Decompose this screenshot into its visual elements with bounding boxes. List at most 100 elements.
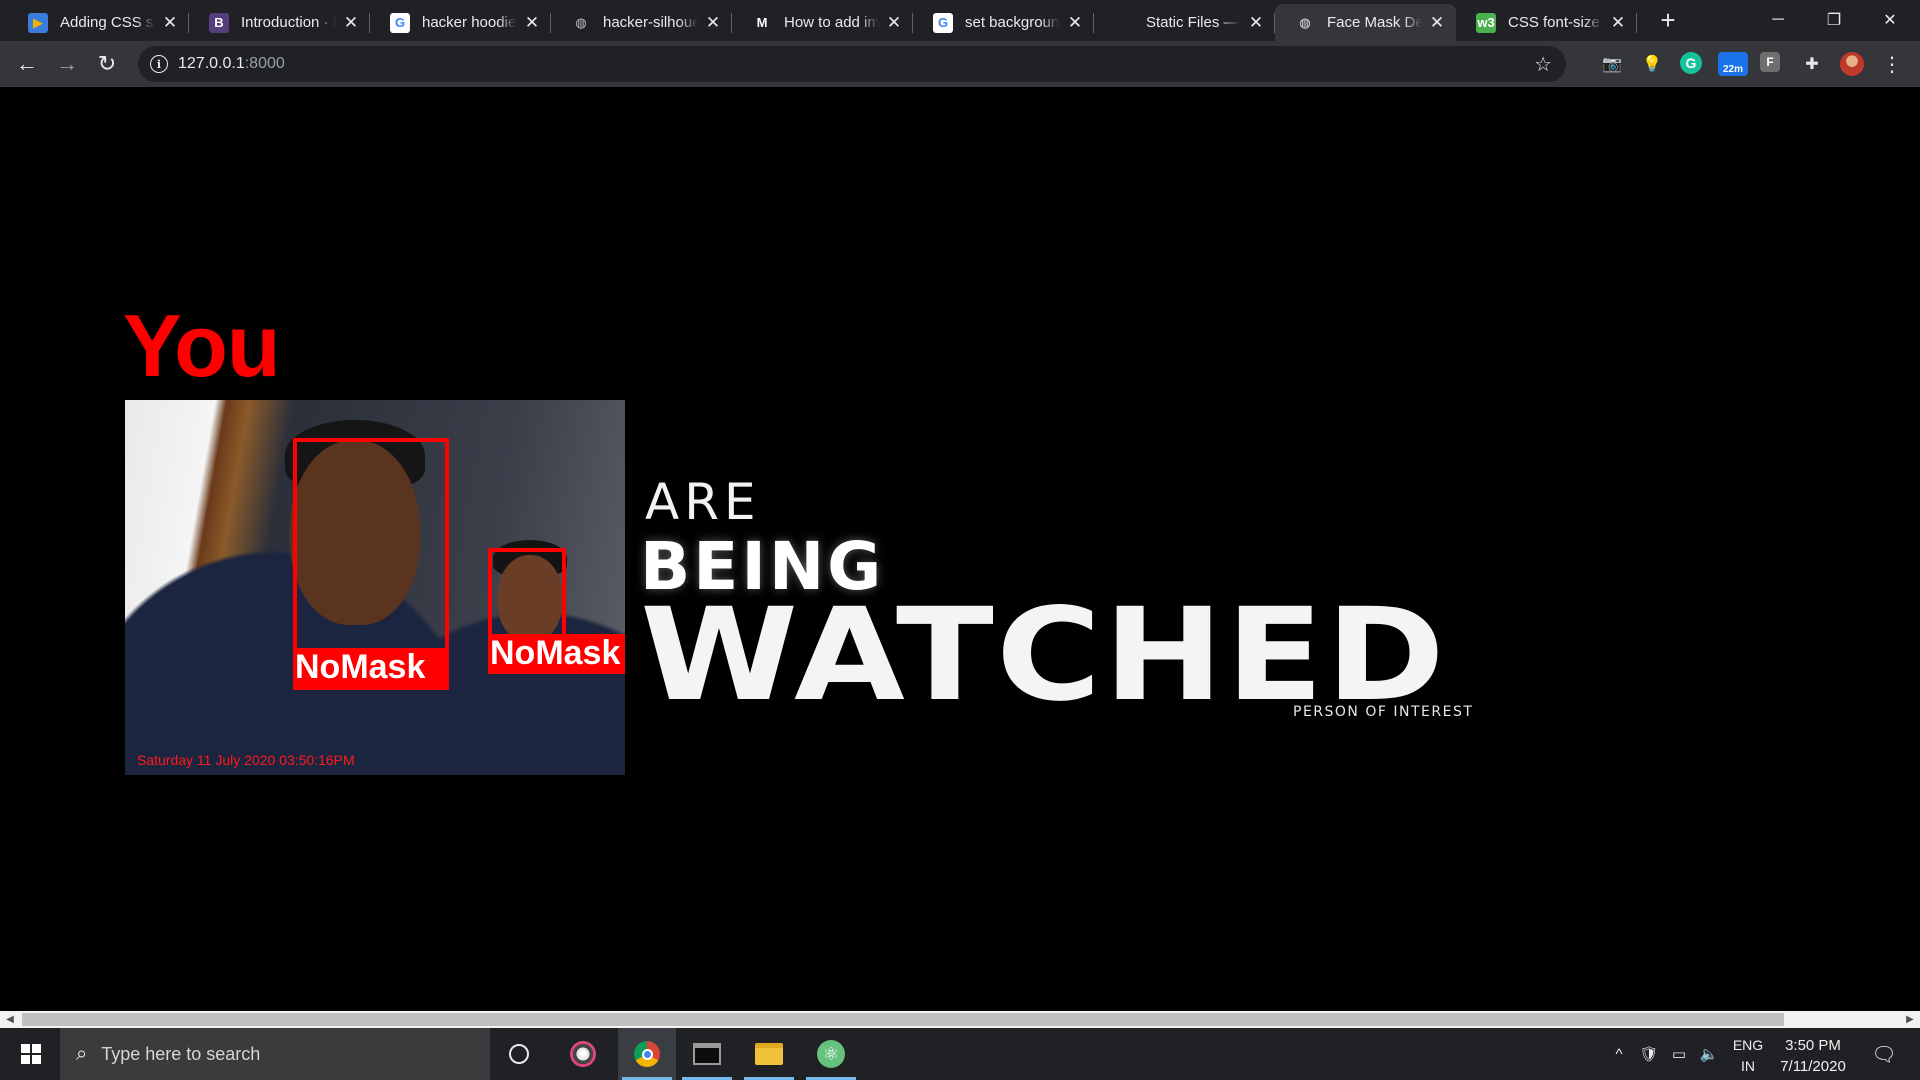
medium-icon: M bbox=[756, 15, 768, 30]
webcam-feed: NoMask NoMask Saturday 11 July 2020 03:5… bbox=[125, 400, 625, 775]
tab-close-icon[interactable]: ✕ bbox=[1428, 13, 1446, 32]
google-icon: G bbox=[933, 12, 953, 33]
back-arrow-icon: ← bbox=[16, 51, 38, 76]
fn-extension-icon[interactable]: F bbox=[1760, 52, 1780, 72]
browser-tab[interactable]: M How to add images ✕ bbox=[732, 4, 913, 41]
browser-tab[interactable]: ◍ Face Mask Detection ✕ bbox=[1275, 4, 1456, 41]
language-indicator[interactable]: ENG IN bbox=[1728, 1035, 1768, 1077]
webcam-timestamp: Saturday 11 July 2020 03:50:16PM bbox=[137, 752, 355, 768]
tab-close-icon[interactable]: ✕ bbox=[1609, 13, 1627, 32]
browser-tab[interactable]: B Introduction · Bootstrap ✕ bbox=[189, 4, 370, 41]
tab-title: Adding CSS style bbox=[60, 14, 155, 31]
tab-title: hacker hoodie bbox=[422, 14, 517, 31]
tab-close-icon[interactable]: ✕ bbox=[523, 13, 541, 32]
scroll-right-arrow-icon[interactable]: ▶ bbox=[1903, 1013, 1917, 1026]
face-detection-box bbox=[488, 548, 566, 638]
detection-label: NoMask bbox=[488, 634, 625, 674]
browser-tab[interactable]: Gset background ✕ bbox=[913, 4, 1094, 41]
volume-icon[interactable]: 🔈 bbox=[1696, 1028, 1722, 1080]
tagline-watched: WATCHED bbox=[640, 581, 1448, 730]
language-region: IN bbox=[1741, 1058, 1755, 1074]
back-button[interactable]: ← bbox=[11, 48, 43, 80]
google-icon: G bbox=[390, 12, 410, 33]
headline-you: You bbox=[123, 296, 281, 395]
url-text[interactable]: 127.0.0.1:8000 bbox=[178, 55, 285, 73]
minimize-icon: ─ bbox=[1772, 11, 1784, 28]
url-host: 127.0.0.1 bbox=[178, 55, 245, 72]
forward-button[interactable]: → bbox=[51, 48, 83, 80]
taskbar-app-terminal[interactable] bbox=[678, 1028, 736, 1080]
url-port: :8000 bbox=[244, 55, 285, 72]
scrollbar-thumb[interactable] bbox=[22, 1013, 1784, 1026]
w3schools-icon: w3 bbox=[1476, 12, 1496, 33]
cortana-icon bbox=[509, 1044, 529, 1064]
taskbar-app-recorder[interactable] bbox=[554, 1028, 612, 1080]
recorder-icon bbox=[570, 1041, 596, 1067]
tab-title: How to add images bbox=[784, 14, 879, 31]
profile-avatar[interactable] bbox=[1840, 52, 1864, 76]
tab-title: hacker-silhouette bbox=[603, 14, 698, 31]
tab-close-icon[interactable]: ✕ bbox=[1247, 13, 1265, 32]
taskbar-app-chrome[interactable] bbox=[618, 1028, 676, 1080]
tagline-are: ARE bbox=[645, 473, 761, 531]
globe-icon: ◍ bbox=[575, 14, 587, 30]
tab-title: Static Files — Flask bbox=[1146, 14, 1241, 31]
reload-icon: ↻ bbox=[97, 51, 117, 76]
browser-tab[interactable]: ◍ hacker-silhouette ✕ bbox=[551, 4, 732, 41]
page-content: You NoMask NoMask Saturday 11 July 2020 … bbox=[0, 87, 1920, 1011]
close-window-button[interactable]: ✕ bbox=[1862, 0, 1918, 40]
minimize-button[interactable]: ─ bbox=[1750, 0, 1806, 40]
tab-close-icon[interactable]: ✕ bbox=[342, 13, 360, 32]
tab-title: Introduction · Bootstrap bbox=[241, 14, 336, 31]
bootstrap-icon: ▶ bbox=[28, 12, 48, 33]
bootstrap-icon: B bbox=[209, 12, 229, 33]
taskbar-search[interactable]: ⌕ Type here to search bbox=[60, 1028, 490, 1080]
grammarly-extension-icon[interactable]: G bbox=[1680, 52, 1702, 74]
restore-button[interactable]: ❐ bbox=[1806, 0, 1862, 40]
bulb-extension-icon[interactable]: 💡 bbox=[1640, 52, 1664, 76]
taskbar-app-atom[interactable]: ⚛ bbox=[802, 1028, 860, 1080]
browser-tab[interactable]: ▶ Adding CSS style ✕ bbox=[8, 4, 189, 41]
horizontal-scrollbar[interactable]: ◀ ▶ bbox=[0, 1011, 1920, 1028]
folder-icon bbox=[755, 1043, 783, 1065]
browser-tab[interactable]: Ghacker hoodie ✕ bbox=[370, 4, 551, 41]
tab-title: CSS font-size property bbox=[1508, 14, 1603, 31]
clock-date: 7/11/2020 bbox=[1780, 1058, 1846, 1075]
notifications-icon[interactable]: 🗨 bbox=[1864, 1028, 1904, 1080]
detection-label: NoMask bbox=[293, 648, 449, 690]
browser-tab[interactable]: Static Files — Flask ✕ bbox=[1094, 4, 1275, 41]
clock-time: 3:50 PM bbox=[1785, 1037, 1841, 1054]
windows-logo-icon bbox=[21, 1044, 41, 1064]
tab-close-icon[interactable]: ✕ bbox=[161, 13, 179, 32]
close-icon: ✕ bbox=[1883, 12, 1897, 29]
camera-extension-icon[interactable]: 📷 bbox=[1600, 52, 1624, 76]
site-info-icon[interactable]: i bbox=[150, 55, 168, 73]
search-placeholder: Type here to search bbox=[101, 1043, 261, 1064]
timer-badge: 22m bbox=[1722, 64, 1743, 75]
extensions-puzzle-icon[interactable]: ✚ bbox=[1800, 52, 1824, 76]
forward-arrow-icon: → bbox=[56, 51, 78, 76]
browser-tab[interactable]: w3 CSS font-size property ✕ bbox=[1456, 4, 1637, 41]
tab-strip: + ─ ❐ ✕ ▶ Adding CSS style ✕ B Introduction … bbox=[0, 0, 1920, 41]
bookmark-star-icon[interactable]: ☆ bbox=[1534, 52, 1552, 77]
new-tab-button[interactable]: + bbox=[1654, 5, 1682, 35]
tab-close-icon[interactable]: ✕ bbox=[1066, 13, 1084, 32]
reload-button[interactable]: ↻ bbox=[91, 48, 123, 80]
tab-close-icon[interactable]: ✕ bbox=[885, 13, 903, 32]
atom-icon: ⚛ bbox=[817, 1040, 845, 1068]
tab-close-icon[interactable]: ✕ bbox=[704, 13, 722, 32]
taskbar-app-explorer[interactable] bbox=[740, 1028, 798, 1080]
tab-title: set background bbox=[965, 14, 1060, 31]
security-tray-icon[interactable]: 🛡 bbox=[1636, 1028, 1662, 1080]
tray-overflow-chevron-icon[interactable]: ^ bbox=[1606, 1028, 1632, 1080]
restore-icon: ❐ bbox=[1826, 12, 1842, 29]
browser-menu-icon[interactable]: ⋮ bbox=[1880, 52, 1904, 76]
terminal-icon bbox=[693, 1043, 721, 1065]
cortana-button[interactable] bbox=[490, 1028, 548, 1080]
timer-extension-icon[interactable]: 22m bbox=[1718, 52, 1748, 76]
scroll-left-arrow-icon[interactable]: ◀ bbox=[3, 1013, 17, 1026]
taskbar-clock[interactable]: 3:50 PM 7/11/2020 bbox=[1770, 1035, 1856, 1077]
battery-icon[interactable]: ▭ bbox=[1666, 1028, 1692, 1080]
start-button[interactable] bbox=[8, 1028, 54, 1080]
address-bar[interactable]: i 127.0.0.1:8000 ☆ bbox=[138, 46, 1566, 82]
